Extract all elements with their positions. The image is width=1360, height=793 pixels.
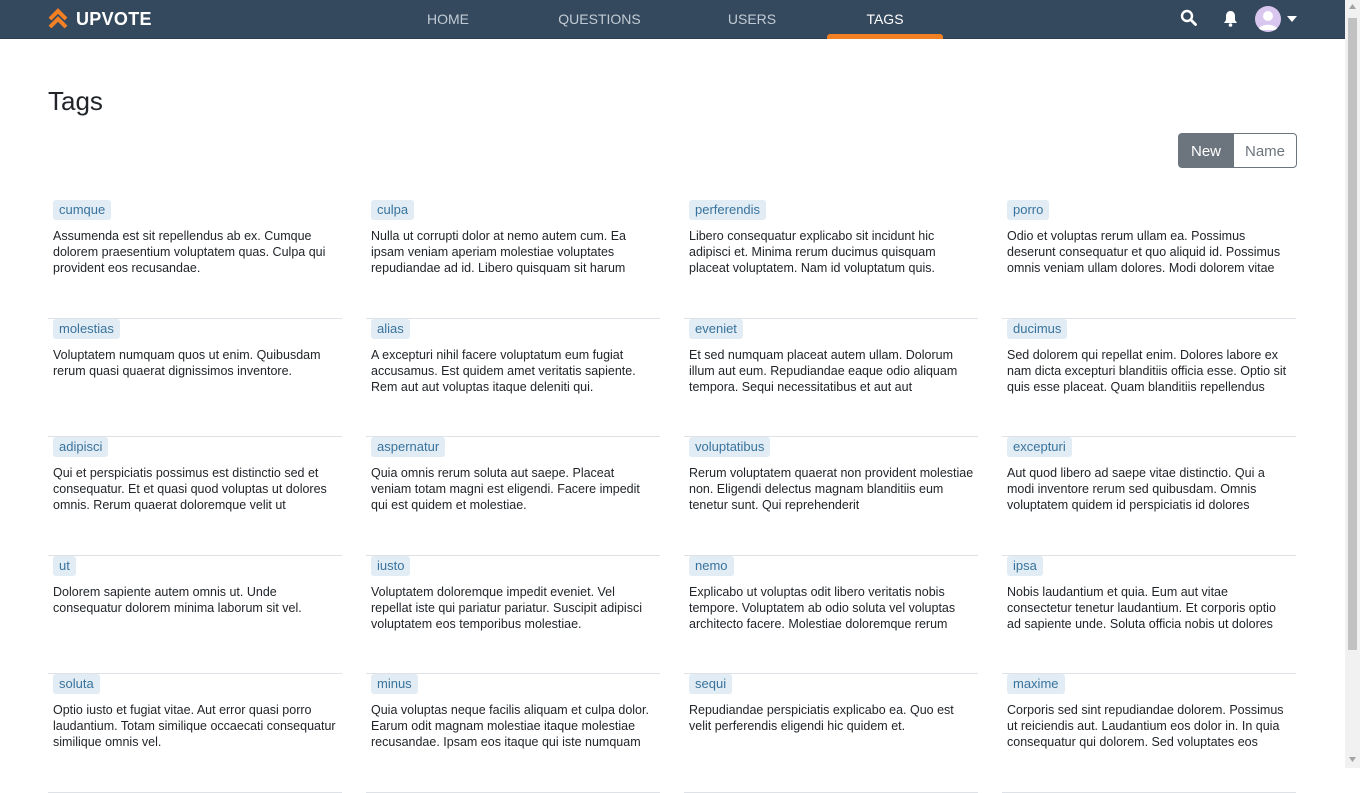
tag-description: Qui et perspiciatis possimus est distinc… xyxy=(53,466,327,512)
tag-description: Repudiandae perspiciatis explicabo ea. Q… xyxy=(689,703,954,733)
tag-description: Optio iusto et fugiat vitae. Aut error q… xyxy=(53,703,336,749)
sort-button-group: New Name xyxy=(1178,133,1297,168)
tag-badge[interactable]: molestias xyxy=(53,318,120,339)
tag-badge[interactable]: alias xyxy=(371,318,410,339)
nav-questions[interactable]: QUESTIONS xyxy=(552,0,647,38)
nav-home[interactable]: HOME xyxy=(418,0,478,38)
tag-badge[interactable]: ducimus xyxy=(1007,318,1068,339)
caret-down-icon[interactable] xyxy=(1287,16,1297,22)
tag-description: Assumenda est sit repellendus ab ex. Cum… xyxy=(53,229,326,275)
bell-icon[interactable] xyxy=(1223,10,1238,27)
avatar[interactable] xyxy=(1255,6,1281,32)
nav-users[interactable]: USERS xyxy=(720,0,784,38)
scroll-down-arrow-icon[interactable] xyxy=(1349,757,1356,762)
tag-description: Sed dolorem qui repellat enim. Dolores l… xyxy=(1007,347,1287,394)
search-icon[interactable] xyxy=(1180,9,1197,26)
tag-card: ducimus Sed dolorem qui repellat enim. D… xyxy=(1002,318,1296,437)
tag-card: perferendis Libero consequatur explicabo… xyxy=(684,200,978,319)
tag-description: A excepturi nihil facere voluptatum eum … xyxy=(371,347,636,394)
tag-card: adipisci Qui et perspiciatis possimus es… xyxy=(48,437,342,556)
tag-description: Nulla ut corrupti dolor at nemo autem cu… xyxy=(371,229,626,275)
tag-card: molestias Voluptatem numquam quos ut eni… xyxy=(48,318,342,437)
scroll-up-arrow-icon[interactable] xyxy=(1349,4,1356,9)
user-avatar-icon xyxy=(1258,11,1278,30)
tag-card: porro Odio et voluptas rerum ullam ea. P… xyxy=(1002,200,1296,319)
tag-badge[interactable]: perferendis xyxy=(689,200,767,220)
tag-badge[interactable]: maxime xyxy=(1007,674,1065,694)
tag-description: Explicabo ut voluptas odit libero verita… xyxy=(689,584,956,631)
nav-active-indicator xyxy=(827,34,943,39)
tag-badge[interactable]: iusto xyxy=(371,555,411,576)
tag-card: iusto Voluptatem doloremque impedit even… xyxy=(366,555,660,674)
top-navbar: UPVOTE HOME QUESTIONS USERS TAGS xyxy=(0,0,1345,39)
nav-tags[interactable]: TAGS xyxy=(855,0,915,38)
tag-card: cumque Assumenda est sit repellendus ab … xyxy=(48,200,342,319)
tag-badge[interactable]: porro xyxy=(1007,200,1050,220)
tag-card: ut Dolorem sapiente autem omnis ut. Unde… xyxy=(48,555,342,674)
tag-card: eveniet Et sed numquam placeat autem ull… xyxy=(684,318,978,437)
tag-description: Nobis laudantium et quia. Eum aut vitae … xyxy=(1007,584,1276,631)
tag-badge[interactable]: aspernatur xyxy=(371,437,446,457)
tag-badge[interactable]: cumque xyxy=(53,200,112,220)
tag-description: Odio et voluptas rerum ullam ea. Possimu… xyxy=(1007,229,1281,275)
page-scrollbar[interactable] xyxy=(1345,0,1360,768)
tag-card: nemo Explicabo ut voluptas odit libero v… xyxy=(684,555,978,674)
tag-badge[interactable]: voluptatibus xyxy=(689,437,771,457)
upvote-logo-icon xyxy=(48,8,68,29)
tag-card: excepturi Aut quod libero ad saepe vitae… xyxy=(1002,437,1296,556)
tag-badge[interactable]: minus xyxy=(371,674,418,694)
tag-card: sequi Repudiandae perspiciatis explicabo… xyxy=(684,674,978,793)
tag-card: ipsa Nobis laudantium et quia. Eum aut v… xyxy=(1002,555,1296,674)
page-title: Tags xyxy=(48,86,103,116)
tag-badge[interactable]: ut xyxy=(53,555,76,576)
tag-card: aspernatur Quia omnis rerum soluta aut s… xyxy=(366,437,660,556)
tag-card: maxime Corporis sed sint repudiandae dol… xyxy=(1002,674,1296,793)
tag-badge[interactable]: nemo xyxy=(689,555,734,576)
tag-card: voluptatibus Rerum voluptatem quaerat no… xyxy=(684,437,978,556)
tag-badge[interactable]: soluta xyxy=(53,674,100,694)
tag-card: minus Quia voluptas neque facilis aliqua… xyxy=(366,674,660,793)
tag-grid: cumque Assumenda est sit repellendus ab … xyxy=(48,200,1297,793)
tag-card: alias A excepturi nihil facere voluptatu… xyxy=(366,318,660,437)
scrollbar-thumb[interactable] xyxy=(1348,18,1357,650)
tag-description: Corporis sed sint repudiandae dolorem. P… xyxy=(1007,703,1284,749)
tag-description: Rerum voluptatem quaerat non provident m… xyxy=(689,466,974,512)
tag-description: Voluptatem doloremque impedit eveniet. V… xyxy=(371,584,642,631)
tag-card: culpa Nulla ut corrupti dolor at nemo au… xyxy=(366,200,660,319)
tag-description: Et sed numquam placeat autem ullam. Dolo… xyxy=(689,347,958,394)
sort-new-button[interactable]: New xyxy=(1178,133,1234,168)
tag-card: soluta Optio iusto et fugiat vitae. Aut … xyxy=(48,674,342,793)
tag-badge[interactable]: adipisci xyxy=(53,437,109,457)
tag-description: Quia omnis rerum soluta aut saepe. Place… xyxy=(371,466,640,512)
tag-badge[interactable]: sequi xyxy=(689,674,733,694)
tag-description: Voluptatem numquam quos ut enim. Quibusd… xyxy=(53,347,321,378)
sort-name-button[interactable]: Name xyxy=(1234,133,1297,168)
tag-description: Aut quod libero ad saepe vitae distincti… xyxy=(1007,466,1265,512)
tag-badge[interactable]: culpa xyxy=(371,200,415,220)
tag-description: Quia voluptas neque facilis aliquam et c… xyxy=(371,703,649,749)
brand-logo-link[interactable]: UPVOTE xyxy=(47,8,152,30)
tag-badge[interactable]: ipsa xyxy=(1007,555,1043,576)
tag-badge[interactable]: eveniet xyxy=(689,318,743,339)
tag-description: Libero consequatur explicabo sit incidun… xyxy=(689,229,936,275)
tag-description: Dolorem sapiente autem omnis ut. Unde co… xyxy=(53,584,302,615)
tag-badge[interactable]: excepturi xyxy=(1007,437,1072,457)
brand-name: UPVOTE xyxy=(76,9,152,29)
